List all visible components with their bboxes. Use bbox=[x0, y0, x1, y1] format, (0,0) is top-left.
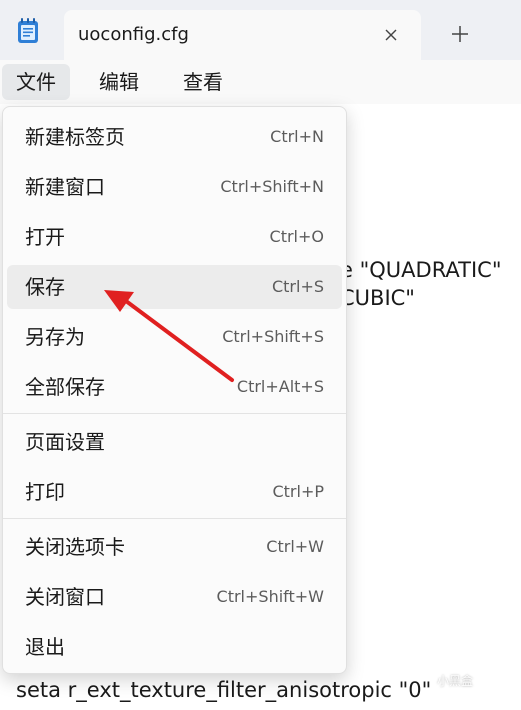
menu-item-label: 退出 bbox=[25, 635, 65, 659]
menu-bar: 文件 编辑 查看 bbox=[0, 60, 521, 104]
menu-item-label: 另存为 bbox=[25, 325, 85, 349]
menu-item-new-window[interactable]: 新建窗口 Ctrl+Shift+N bbox=[7, 165, 342, 209]
watermark: 小黑盒 bbox=[437, 674, 474, 688]
menu-item-shortcut: Ctrl+S bbox=[271, 277, 324, 296]
notepad-window: uoconfig.cfg 文件 编辑 查看 e "QUADRATIC" CUBI… bbox=[0, 0, 521, 710]
menu-divider bbox=[3, 518, 346, 519]
menu-item-shortcut: Ctrl+Shift+N bbox=[220, 177, 324, 196]
menu-item-shortcut: Ctrl+W bbox=[266, 537, 324, 556]
menu-item-label: 新建窗口 bbox=[25, 175, 105, 199]
menu-item-label: 全部保存 bbox=[25, 375, 105, 399]
title-bar: uoconfig.cfg bbox=[0, 0, 521, 60]
menu-file[interactable]: 文件 bbox=[2, 64, 70, 100]
menu-item-shortcut: Ctrl+P bbox=[272, 482, 324, 501]
menu-item-page-setup[interactable]: 页面设置 bbox=[7, 420, 342, 464]
menu-item-close-window[interactable]: 关闭窗口 Ctrl+Shift+W bbox=[7, 575, 342, 619]
menu-divider bbox=[3, 413, 346, 414]
menu-item-shortcut: Ctrl+O bbox=[269, 227, 324, 246]
menu-item-exit[interactable]: 退出 bbox=[7, 625, 342, 669]
editor-line-partial-2: CUBIC" bbox=[340, 286, 415, 310]
menu-item-save-all[interactable]: 全部保存 Ctrl+Alt+S bbox=[7, 365, 342, 409]
menu-item-shortcut: Ctrl+Shift+W bbox=[216, 587, 324, 606]
close-icon[interactable] bbox=[378, 22, 404, 48]
editor-line-partial-1: e "QUADRATIC" bbox=[340, 258, 502, 282]
notepad-app-icon bbox=[17, 18, 39, 44]
menu-edit[interactable]: 编辑 bbox=[85, 64, 153, 100]
tab-uoconfig[interactable]: uoconfig.cfg bbox=[64, 10, 421, 60]
menu-item-save-as[interactable]: 另存为 Ctrl+Shift+S bbox=[7, 315, 342, 359]
menu-item-shortcut: Ctrl+N bbox=[270, 127, 324, 146]
file-menu-dropdown: 新建标签页 Ctrl+N 新建窗口 Ctrl+Shift+N 打开 Ctrl+O… bbox=[2, 106, 347, 674]
menu-view[interactable]: 查看 bbox=[169, 64, 237, 100]
menu-item-shortcut: Ctrl+Shift+S bbox=[222, 327, 324, 346]
menu-item-new-tab[interactable]: 新建标签页 Ctrl+N bbox=[7, 115, 342, 159]
menu-item-close-tab[interactable]: 关闭选项卡 Ctrl+W bbox=[7, 525, 342, 569]
menu-item-label: 页面设置 bbox=[25, 430, 105, 454]
menu-item-label: 保存 bbox=[25, 275, 65, 299]
menu-item-save[interactable]: 保存 Ctrl+S bbox=[7, 265, 342, 309]
menu-item-print[interactable]: 打印 Ctrl+P bbox=[7, 470, 342, 514]
menu-item-shortcut: Ctrl+Alt+S bbox=[236, 377, 324, 396]
menu-item-label: 关闭窗口 bbox=[25, 585, 105, 609]
plus-icon[interactable] bbox=[446, 20, 474, 48]
menu-item-open[interactable]: 打开 Ctrl+O bbox=[7, 215, 342, 259]
tab-title: uoconfig.cfg bbox=[78, 24, 189, 45]
editor-line-anisotropic: seta r_ext_texture_filter_anisotropic "0… bbox=[16, 678, 432, 702]
menu-item-label: 关闭选项卡 bbox=[25, 535, 125, 559]
menu-item-label: 打印 bbox=[25, 480, 65, 504]
menu-item-label: 新建标签页 bbox=[25, 125, 125, 149]
menu-item-label: 打开 bbox=[25, 225, 65, 249]
